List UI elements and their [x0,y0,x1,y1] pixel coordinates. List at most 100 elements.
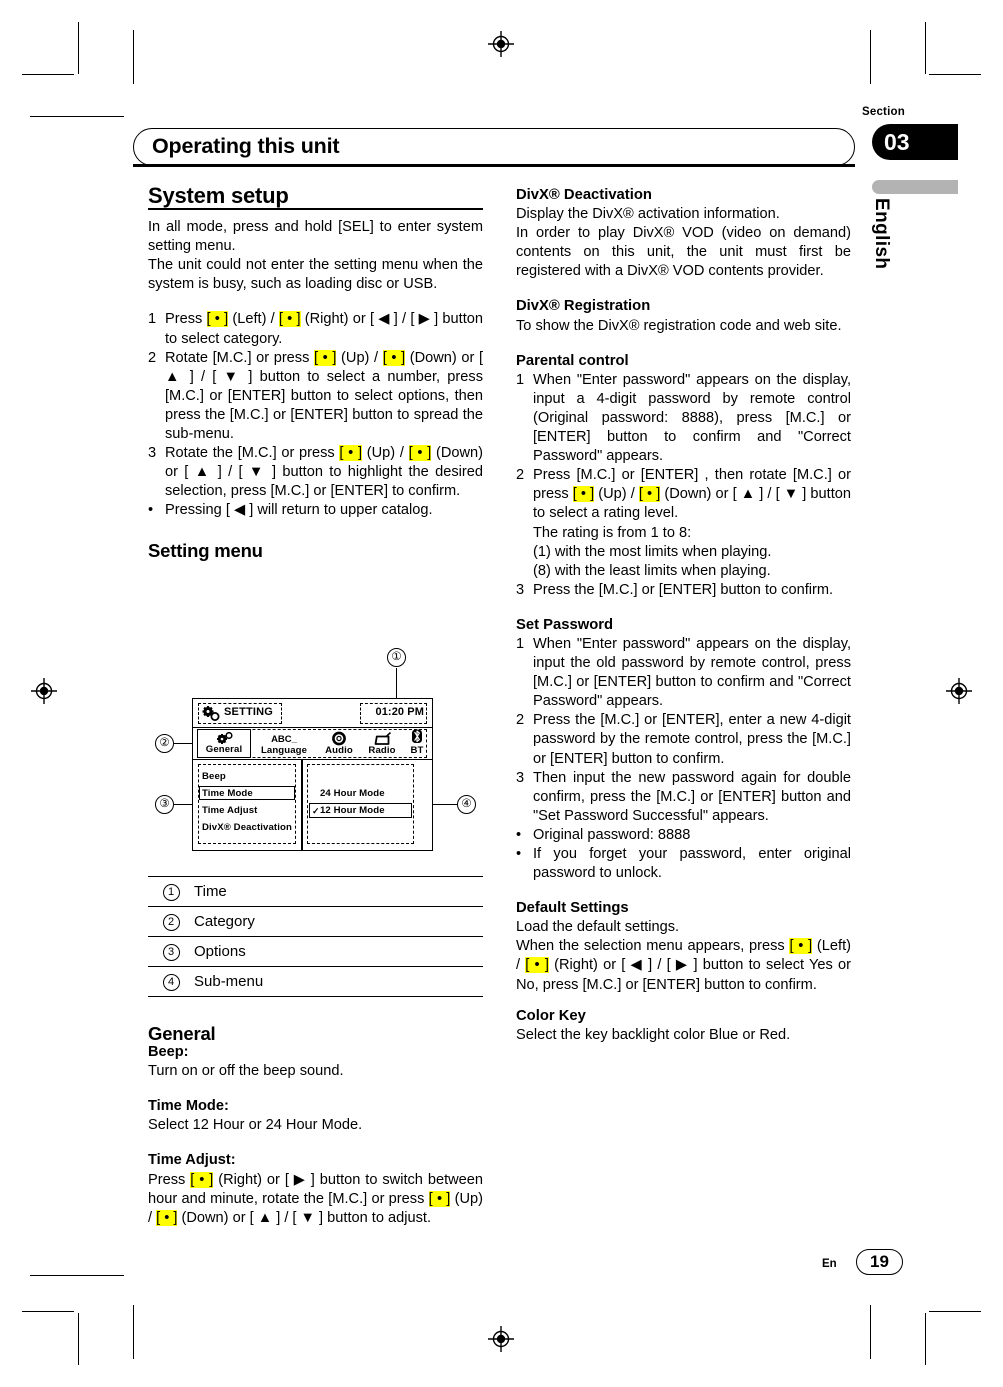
key-token: [ • ] [382,349,406,366]
key-token: [ • ] [638,486,661,503]
figure-legend-table: 1 Time 2 Category 3 Options 4 Sub-menu [148,876,483,997]
step-number: 3 [148,445,157,462]
system-setup-intro-1: In all mode, press and hold [SEL] to ent… [148,219,483,255]
tab-bluetooth[interactable]: BT [403,729,431,758]
general-section: General Beep: Turn on or off the beep sou… [148,1024,483,1228]
step-number: 3 [516,769,525,786]
text-run: (Left) / [228,311,279,328]
option-item[interactable]: Beep [202,770,226,784]
tab-audio-label: Audio [325,745,353,756]
tab-language-label: Language [260,745,308,756]
general-entry-title: Beep: [148,1044,189,1061]
option-item[interactable]: Time Adjust [202,804,257,818]
legend-label: Sub-menu [194,973,264,990]
section-label: Section [862,106,905,118]
system-setup-steps: 1 Press [ • ] (Left) / [ • ] (Right) or [… [148,310,483,501]
legend-circle-number: 2 [162,913,180,931]
language-tab-label: English [871,198,892,270]
setting-menu-figure: ① ② ③ ④ SETTING 01:20 PM General ABC_ La… [148,648,483,860]
legend-number: 2 [148,913,194,931]
color-key-body: Select the key backlight color Blue or R… [516,1026,791,1043]
step-number: 1 [516,635,525,652]
text-run: (Up) / [594,486,639,503]
step-text: Press [ • ] (Left) / [ • ] (Right) or [ … [165,310,483,348]
bullet-dot-icon: • [516,826,522,843]
right-column: DivX® Deactivation Display the DivX® act… [516,186,851,1045]
bullet-item: • If you forget your password, enter orig… [516,845,851,883]
numbered-step: 1 When "Enter password" appears on the di… [516,371,851,466]
legend-row: 2 Category [148,907,483,937]
key-token: [ • ] [314,349,337,366]
text-run: Press [165,311,207,328]
registration-mark-left [31,678,57,704]
heading-default-settings: Default Settings [516,900,629,917]
key-token: [ • ] [278,311,301,328]
key-token: [ • ] [190,1171,214,1188]
numbered-step: 3 Rotate the [M.C.] or press [ • ] (Up) /… [148,444,483,501]
text-run: Rotate the [M.C.] or press [165,445,340,462]
key-token: [ • ] [572,486,595,503]
general-entry-body: Press [ • ] (Right) or [ ▶ ] button to s… [148,1171,483,1228]
system-setup-bullet: • Pressing [ ◀ ] will return to upper ca… [148,501,483,520]
key-token: [ • ] [408,445,432,462]
submenu-item[interactable]: 12 Hour Mode [320,804,385,818]
option-item[interactable]: Time Mode [202,787,253,801]
legend-label: Category [194,913,255,930]
legend-row: 1 Time [148,876,483,907]
numbered-step: 3 Press the [M.C.] or [ENTER] button to c… [516,581,851,600]
left-column: System setup In all mode, press and hold… [148,184,483,561]
step-number: 2 [516,712,525,729]
heading-divx-deactivation: DivX® Deactivation [516,187,652,203]
text-run: (Up) / [362,445,409,462]
text-run: Press the [M.C.] or [ENTER] button to co… [533,581,834,598]
numbered-step: 2 Press the [M.C.] or [ENTER], enter a ne… [516,711,851,768]
tab-language[interactable]: ABC_ Language [253,729,315,758]
legend-number: 3 [148,943,194,961]
section-number: 03 [884,129,910,155]
callout-3: ③ [155,795,174,814]
footer-page-number: 19 [856,1249,903,1275]
key-token: [ • ] [525,957,549,974]
step-number: 1 [148,311,157,328]
text-run: (Right) or [ ◀ ] / [ ▶ ] button to selec… [516,957,852,993]
parental-control-steps: 1 When "Enter password" appears on the di… [516,371,851,600]
speaker-ring-icon [317,731,361,746]
tab-general[interactable]: General [197,729,251,758]
divx-registration-body: To show the DivX® registration code and … [516,317,842,334]
option-item[interactable]: DivX® Deactivation [202,821,292,835]
legend-number: 1 [148,883,194,901]
general-entries: Beep: Turn on or off the beep sound. Time … [148,1043,483,1228]
heading-setting-menu: Setting menu [148,539,263,561]
key-token: [ • ] [428,1190,451,1207]
tab-general-label: General [205,744,243,755]
registration-mark-top [488,31,514,57]
set-password-bullets: • Original password: 8888 • If you forget y… [516,826,851,883]
submenu-item[interactable]: 24 Hour Mode [320,787,385,801]
key-token: [ • ] [339,445,363,462]
legend-circle-number: 3 [162,943,180,961]
general-entry-body: Select 12 Hour or 24 Hour Mode. [148,1117,363,1134]
system-setup-intro-2: The unit could not enter the setting men… [148,257,483,293]
device-screen: SETTING 01:20 PM General ABC_ Language A… [192,698,433,851]
step-number: 3 [516,581,525,598]
key-token: [ • ] [156,1209,178,1226]
bullet-item: • Original password: 8888 [516,826,851,845]
heading-set-password: Set Password [516,616,614,633]
callout-4: ④ [457,795,476,814]
legend-circle-number: 4 [162,973,180,991]
numbered-step: 1 Press [ • ] (Left) / [ • ] (Right) or [… [148,310,483,348]
bluetooth-icon [403,729,431,746]
callout-1: ① [387,648,406,667]
step-number: 2 [516,467,525,484]
radio-icon [361,731,403,746]
step-subline: (8) with the least limits when playing. [533,562,771,579]
screen-clock: 01:20 PM [375,706,424,718]
step-text: Rotate the [M.C.] or press [ • ] (Up) / … [165,444,483,501]
screen-setting-label: SETTING [224,706,274,718]
registration-mark-right [946,678,972,704]
bullet-dot-icon: • [516,846,522,862]
tab-audio[interactable]: Audio [317,729,361,758]
numbered-step: 1 When "Enter password" appears on the di… [516,635,851,711]
registration-mark-bottom [488,1326,514,1352]
tab-radio[interactable]: Radio [361,729,403,758]
